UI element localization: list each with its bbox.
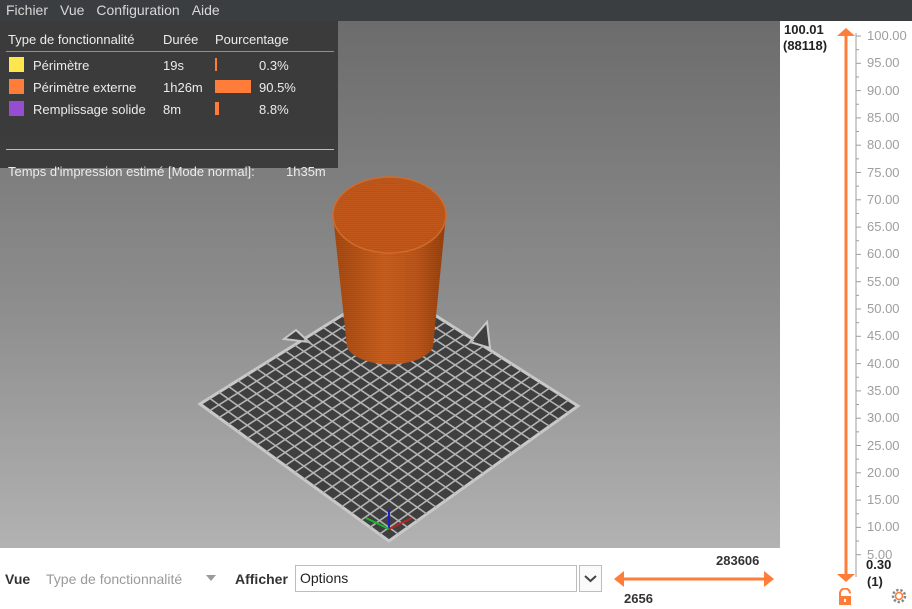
legend-swatch bbox=[9, 57, 24, 72]
scale-tick-label: 30.00 bbox=[867, 410, 900, 426]
preview-toolbar: Vue Type de fonctionnalité Afficher Opti… bbox=[0, 548, 780, 609]
legend-row: Périmètre externe 1h26m 90.5% bbox=[0, 77, 338, 97]
legend-feature-name: Périmètre externe bbox=[33, 80, 137, 95]
scale-tick-label: 90.00 bbox=[867, 82, 900, 98]
layer-slider-panel: 100.00 95.00 90.00 85.00 80.00 75.00 70.00 65.0… bbox=[780, 21, 912, 609]
view-type-combo[interactable]: Type de fonctionnalité bbox=[46, 571, 182, 587]
object-cylinder bbox=[332, 176, 447, 365]
h-slider-min-label: 2656 bbox=[624, 591, 653, 606]
scale-tick-label: 100.00 bbox=[867, 28, 907, 43]
legend-percent-bar bbox=[215, 80, 251, 93]
scale-tick-label: 75.00 bbox=[867, 164, 900, 180]
scale-tick-label: 20.00 bbox=[867, 464, 900, 480]
menu-fichier[interactable]: Fichier bbox=[0, 0, 54, 21]
legend-percent-bar bbox=[215, 102, 219, 115]
legend-feature-percent: 0.3% bbox=[259, 58, 289, 73]
v-slider-lower-thumb bbox=[837, 574, 855, 582]
scale-tick-label: 45.00 bbox=[867, 328, 900, 344]
show-label: Afficher bbox=[235, 571, 288, 587]
legend-feature-name: Remplissage solide bbox=[33, 102, 146, 117]
v-slider-upper-thumb bbox=[837, 28, 855, 36]
v-slider-bottom-value: 0.30 bbox=[866, 557, 892, 572]
scale-tick-label: 25.00 bbox=[867, 437, 900, 453]
v-slider-bottom-count: (1) bbox=[867, 574, 883, 589]
legend-feature-time: 8m bbox=[163, 102, 182, 117]
estimated-time-label: Temps d'impression estimé [Mode normal]: bbox=[8, 164, 255, 179]
estimated-time-value: 1h35m bbox=[286, 164, 326, 179]
scale-tick-label: 85.00 bbox=[867, 109, 900, 125]
view-label: Vue bbox=[5, 571, 31, 587]
scale-tick-label: 10.00 bbox=[867, 519, 900, 535]
menu-configuration[interactable]: Configuration bbox=[90, 0, 185, 21]
legend-row: Remplissage solide 8m 8.8% bbox=[0, 99, 338, 119]
legend-feature-time: 1h26m bbox=[163, 80, 203, 95]
legend-feature-percent: 8.8% bbox=[259, 102, 289, 117]
legend-header-divider bbox=[6, 51, 334, 52]
legend-header-percent: Pourcentage bbox=[215, 32, 289, 47]
h-slider-lower-thumb bbox=[614, 571, 624, 587]
scale-tick-label: 50.00 bbox=[867, 301, 900, 316]
menu-vue[interactable]: Vue bbox=[54, 0, 90, 21]
scale-tick-label: 65.00 bbox=[867, 219, 900, 235]
lock-icon[interactable] bbox=[836, 588, 854, 606]
legend-header-duration: Durée bbox=[163, 32, 199, 47]
menu-aide[interactable]: Aide bbox=[186, 0, 226, 21]
scale-tick-label: 55.00 bbox=[867, 273, 900, 289]
options-combo[interactable]: Options bbox=[295, 565, 577, 592]
chevron-down-icon[interactable] bbox=[206, 575, 216, 581]
scale-tick-label: 70.00 bbox=[867, 191, 900, 207]
legend-feature-name: Périmètre bbox=[33, 58, 90, 73]
3d-preview-viewport[interactable]: Type de fonctionnalité Durée Pourcentage… bbox=[0, 21, 780, 548]
scale-tick-label: 95.00 bbox=[867, 55, 900, 71]
legend-feature-time: 19s bbox=[163, 58, 184, 73]
scale-tick-label: 80.00 bbox=[867, 137, 900, 153]
v-slider-top-value: 100.01 bbox=[784, 22, 824, 37]
scale-tick-label: 15.00 bbox=[867, 492, 900, 508]
h-slider-upper-thumb bbox=[764, 571, 774, 587]
legend-header-type: Type de fonctionnalité bbox=[8, 32, 135, 47]
legend-percent-bar bbox=[215, 58, 217, 71]
legend-row: Périmètre 19s 0.3% bbox=[0, 55, 338, 75]
settings-gear-icon[interactable] bbox=[890, 587, 908, 605]
v-slider-top-count: (88118) bbox=[783, 38, 828, 53]
chevron-down-icon bbox=[584, 575, 597, 583]
legend-swatch bbox=[9, 101, 24, 116]
menu-bar: Fichier Vue Configuration Aide bbox=[0, 0, 912, 21]
scale-tick-label: 40.00 bbox=[867, 355, 900, 371]
legend-divider bbox=[6, 149, 334, 150]
scale-tick-label: 35.00 bbox=[867, 382, 900, 398]
legend-swatch bbox=[9, 79, 24, 94]
legend-feature-percent: 90.5% bbox=[259, 80, 296, 95]
scale-tick-label: 60.00 bbox=[867, 246, 900, 262]
feature-legend: Type de fonctionnalité Durée Pourcentage… bbox=[0, 21, 338, 179]
options-dropdown-button[interactable] bbox=[579, 565, 602, 592]
